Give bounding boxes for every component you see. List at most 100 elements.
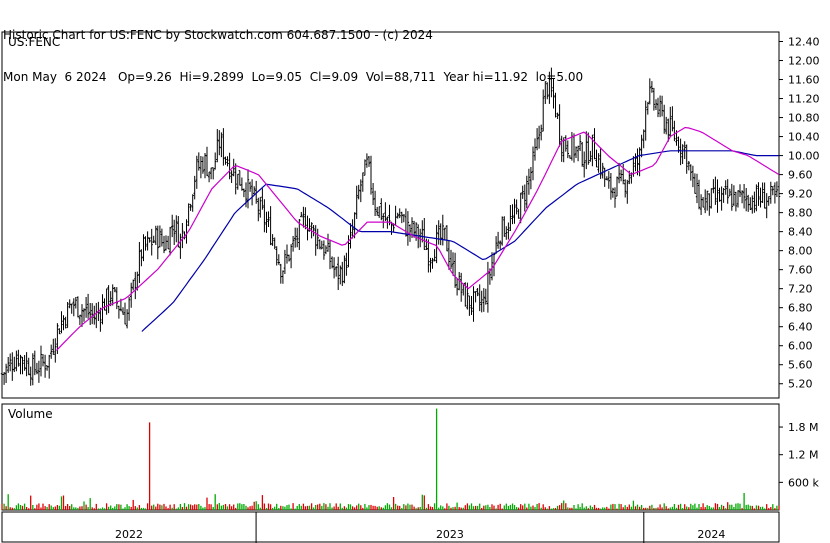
price-bar [517, 208, 520, 219]
price-bar [558, 104, 561, 147]
price-bar [261, 188, 264, 210]
price-tick-label-11: 8.00 [788, 245, 813, 258]
price-bar [564, 135, 567, 152]
price-tick-label-1: 12.00 [788, 55, 820, 68]
price-bar [160, 228, 164, 247]
price-bar [76, 296, 80, 318]
price-bar [468, 295, 471, 316]
price-bar [427, 239, 430, 273]
price-bar [279, 263, 282, 284]
price-bar [394, 205, 397, 226]
price-bar [281, 270, 285, 284]
price-bar [423, 218, 426, 250]
price-bar [773, 182, 777, 204]
price-bar [683, 141, 686, 159]
price-bar [15, 350, 18, 372]
price-bar [453, 252, 457, 288]
price-bar [209, 167, 213, 180]
price-bar [294, 227, 297, 248]
price-bar [445, 225, 449, 252]
price-bar [759, 187, 762, 208]
price-bar [238, 170, 241, 186]
price-bar [652, 87, 656, 111]
price-bar [745, 188, 748, 212]
price-bar [111, 284, 114, 306]
price-bar [742, 184, 746, 209]
price-tick-label-2: 11.60 [788, 74, 820, 87]
price-bar [62, 315, 65, 331]
price-bar [41, 354, 45, 367]
price-bar [681, 144, 684, 164]
price-bar [9, 353, 12, 372]
price-tick-label-6: 10.00 [788, 150, 820, 163]
price-bar [191, 194, 194, 212]
price-bar [753, 191, 756, 213]
price-bar [763, 182, 766, 209]
price-bar [234, 163, 237, 195]
price-bar [201, 156, 205, 174]
price-bar [246, 169, 250, 209]
price-bar [285, 244, 289, 264]
price-bar [720, 186, 723, 211]
volume-tick-label-0: 1.8 M [788, 421, 818, 434]
price-bar [429, 257, 432, 273]
price-bar [706, 190, 709, 211]
price-bar [660, 95, 664, 117]
price-bar [478, 284, 481, 312]
price-bar [722, 188, 725, 203]
price-bar [99, 307, 102, 332]
price-bar [697, 179, 701, 210]
price-bar [367, 156, 371, 167]
price-bar [277, 254, 280, 265]
price-bar [728, 188, 731, 197]
price-bar [72, 298, 75, 317]
price-bar [714, 176, 717, 205]
price-bar [222, 128, 225, 166]
price-bar [460, 272, 463, 302]
price-bar [509, 205, 512, 231]
price-bar [275, 246, 278, 266]
price-bar [205, 146, 209, 177]
price-bar [710, 188, 713, 209]
price-bar [224, 156, 227, 165]
price-bar [371, 183, 375, 205]
price-bar [572, 133, 576, 163]
price-bar [343, 255, 346, 284]
price-bar [195, 155, 198, 189]
price-bar [318, 239, 321, 250]
stock-chart: Historic Chart for US:FENC by Stockwatch… [0, 0, 830, 543]
price-bar [701, 197, 705, 208]
price-bar [341, 261, 344, 286]
price-bar [363, 159, 367, 176]
price-bar [33, 350, 36, 376]
price-bar [663, 104, 666, 134]
price-panel-label: US:FENC [8, 35, 60, 49]
price-bar [542, 89, 545, 132]
price-bar [25, 352, 28, 377]
price-bar [574, 146, 578, 158]
price-bar [175, 215, 178, 243]
price-bar [718, 187, 721, 202]
price-bar [60, 311, 63, 334]
price-bar [138, 242, 141, 283]
price-bar [482, 288, 485, 312]
price-bar [515, 199, 518, 215]
price-bar [158, 225, 162, 248]
price-bar [345, 252, 348, 276]
price-bar [355, 185, 358, 219]
price-bar [673, 120, 676, 142]
price-bar [64, 316, 67, 329]
price-tick-label-9: 8.80 [788, 207, 813, 220]
price-bar [685, 144, 688, 174]
price-bar [132, 279, 135, 291]
price-bar [533, 138, 537, 161]
price-tick-label-5: 10.40 [788, 131, 820, 144]
price-bar [212, 167, 215, 180]
price-tick-label-17: 5.60 [788, 359, 813, 372]
price-bar [127, 297, 131, 321]
price-bars [0, 67, 781, 386]
price-bar [755, 184, 758, 212]
price-bar [39, 345, 43, 377]
price-bar [431, 257, 434, 269]
price-bar [769, 181, 772, 204]
